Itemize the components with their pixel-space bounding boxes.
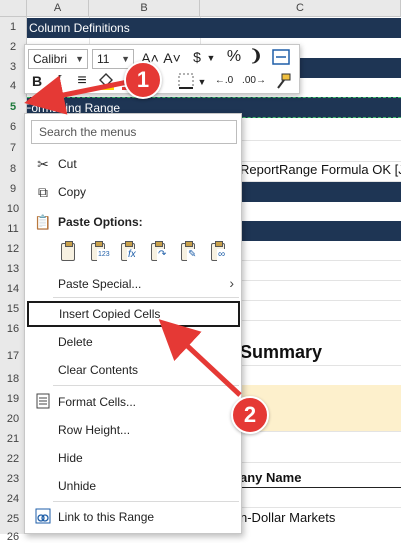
annotation-arrows (24, 75, 242, 397)
step-badge-2: 2 (231, 396, 269, 434)
step-badge-1: 1 (124, 61, 162, 99)
arrow-to-row-5 (24, 75, 129, 115)
arrow-to-insert-copied-cells (158, 319, 242, 397)
